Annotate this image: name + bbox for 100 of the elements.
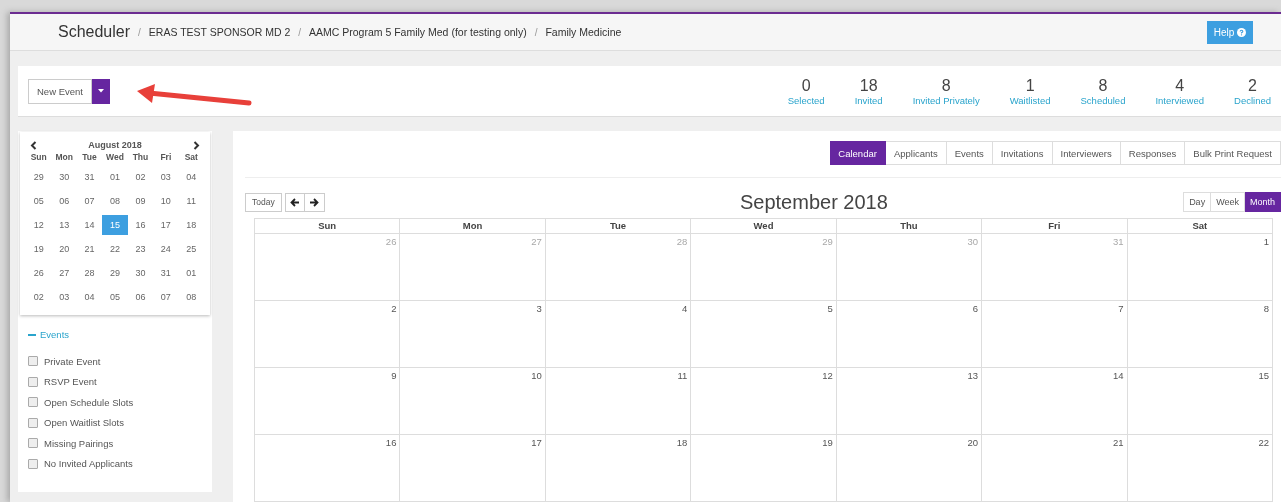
tab[interactable]: Responses <box>1120 141 1186 165</box>
breadcrumb-link[interactable]: Family Medicine <box>545 26 622 38</box>
day-cell[interactable]: 21 <box>76 239 103 259</box>
day-cell[interactable]: 11 <box>178 191 204 211</box>
day-number: 17 <box>531 437 542 448</box>
day-number: 31 <box>1113 236 1124 247</box>
checkbox[interactable] <box>28 417 38 428</box>
day-cell[interactable]: 08 <box>178 287 204 307</box>
day-number: 11 <box>677 370 688 381</box>
day-cell[interactable]: 24 <box>153 239 179 259</box>
previous-button[interactable] <box>284 192 305 212</box>
column-header: Mon <box>400 219 546 234</box>
day-cell[interactable]: 22 <box>102 239 128 259</box>
day-number: 28 <box>676 236 688 247</box>
day-cell[interactable]: 04 <box>76 287 103 307</box>
day-cell[interactable]: 09 <box>127 191 154 211</box>
day-cell[interactable]: 10 <box>153 191 179 211</box>
day-cell[interactable]: 28 <box>76 263 103 283</box>
day-cell[interactable]: 04 <box>178 167 204 187</box>
arrow-right-icon <box>309 197 320 207</box>
day-number: 30 <box>967 236 979 247</box>
weekday-label: Thu <box>131 152 150 164</box>
checkbox-label: Missing Pairings <box>44 437 114 449</box>
checkbox[interactable] <box>28 376 38 387</box>
day-cell[interactable]: 07 <box>153 287 179 307</box>
day-number: 15 <box>1258 370 1269 381</box>
checkbox[interactable] <box>28 397 38 408</box>
day-number: 13 <box>967 370 979 381</box>
day-number: 5 <box>827 303 833 314</box>
day-cell[interactable]: 14 <box>76 215 103 235</box>
day-cell[interactable]: 17 <box>153 215 179 235</box>
tab[interactable]: Events <box>946 141 993 165</box>
arrow-left-icon <box>289 197 300 207</box>
column-header: Sat <box>1127 219 1273 234</box>
new-event-button[interactable]: New Event <box>28 78 92 104</box>
day-cell[interactable]: 01 <box>178 263 204 283</box>
chevron-left-icon[interactable] <box>30 140 37 150</box>
breadcrumb-separator: / <box>534 26 538 38</box>
weekday-label: Mon <box>54 152 74 164</box>
view-button[interactable]: Month <box>1245 192 1281 212</box>
day-cell[interactable]: 01 <box>102 167 128 187</box>
day-cell[interactable]: 25 <box>178 239 204 259</box>
tab[interactable]: Applicants <box>885 141 947 165</box>
question-icon <box>1237 27 1247 37</box>
day-cell[interactable]: 27 <box>51 263 77 283</box>
day-cell[interactable]: 05 <box>26 191 52 211</box>
day-cell[interactable]: 07 <box>76 191 103 211</box>
breadcrumb-separator: / <box>298 26 301 38</box>
tab[interactable]: Interviewers <box>1052 141 1121 165</box>
checkbox-label: Open Waitlist Slots <box>44 417 124 429</box>
day-cell[interactable]: 02 <box>127 167 154 187</box>
day-cell[interactable]: 08 <box>102 191 128 211</box>
column-header: Wed <box>691 219 837 234</box>
day-number: 27 <box>531 236 542 247</box>
day-cell[interactable]: 18 <box>178 215 204 235</box>
day-number: 14 <box>1113 370 1124 381</box>
day-number: 29 <box>822 236 833 247</box>
chevron-right-icon[interactable] <box>193 140 200 150</box>
day-cell[interactable]: 02 <box>26 287 52 307</box>
day-cell[interactable]: 12 <box>26 215 52 235</box>
tab[interactable]: Bulk Print Request <box>1185 141 1281 165</box>
stat-count: 8 <box>1098 76 1108 95</box>
day-cell[interactable]: 30 <box>127 263 154 283</box>
day-number: 1 <box>1263 236 1269 247</box>
view-button[interactable]: Week <box>1211 192 1245 212</box>
stat-count: 1 <box>1025 76 1035 95</box>
day-cell[interactable]: 06 <box>127 287 154 307</box>
column-header: Fri <box>982 219 1128 234</box>
day-cell[interactable]: 06 <box>51 191 77 211</box>
today-button[interactable]: Today <box>245 192 282 212</box>
breadcrumb-link[interactable]: AAMC Program 5 Family Med (for testing only) <box>309 26 527 38</box>
checkbox[interactable] <box>28 438 38 449</box>
day-cell[interactable]: 05 <box>102 287 128 307</box>
day-cell[interactable]: 19 <box>26 239 52 259</box>
weekday-label: Wed <box>105 152 125 164</box>
breadcrumb-link[interactable]: ERAS TEST SPONSOR MD 2 <box>148 26 291 38</box>
day-cell[interactable]: 29 <box>102 263 128 283</box>
view-button[interactable]: Day <box>1183 192 1212 212</box>
day-cell[interactable]: 23 <box>127 239 154 259</box>
day-cell[interactable]: 31 <box>153 263 179 283</box>
tab[interactable]: Calendar <box>830 141 886 165</box>
checkbox[interactable] <box>28 356 38 367</box>
checkbox[interactable] <box>28 458 38 469</box>
day-number: 9 <box>391 370 397 381</box>
weekday-label: Sat <box>183 152 199 164</box>
tab[interactable]: Invitations <box>992 141 1053 165</box>
day-cell[interactable]: 29 <box>26 167 52 187</box>
day-number: 22 <box>1258 437 1269 448</box>
day-cell[interactable]: 20 <box>51 239 77 259</box>
day-cell[interactable]: 16 <box>127 215 154 235</box>
next-button[interactable] <box>304 192 325 212</box>
day-cell[interactable]: 13 <box>51 215 77 235</box>
day-cell[interactable]: 03 <box>51 287 77 307</box>
weekday-label: Tue <box>81 152 98 164</box>
day-cell[interactable]: 26 <box>26 263 52 283</box>
checkbox-label: Private Event <box>44 355 101 367</box>
day-cell[interactable]: 03 <box>153 167 179 187</box>
day-cell[interactable]: 30 <box>51 167 77 187</box>
day-cell[interactable]: 31 <box>76 167 103 187</box>
day-number: 10 <box>531 370 542 381</box>
